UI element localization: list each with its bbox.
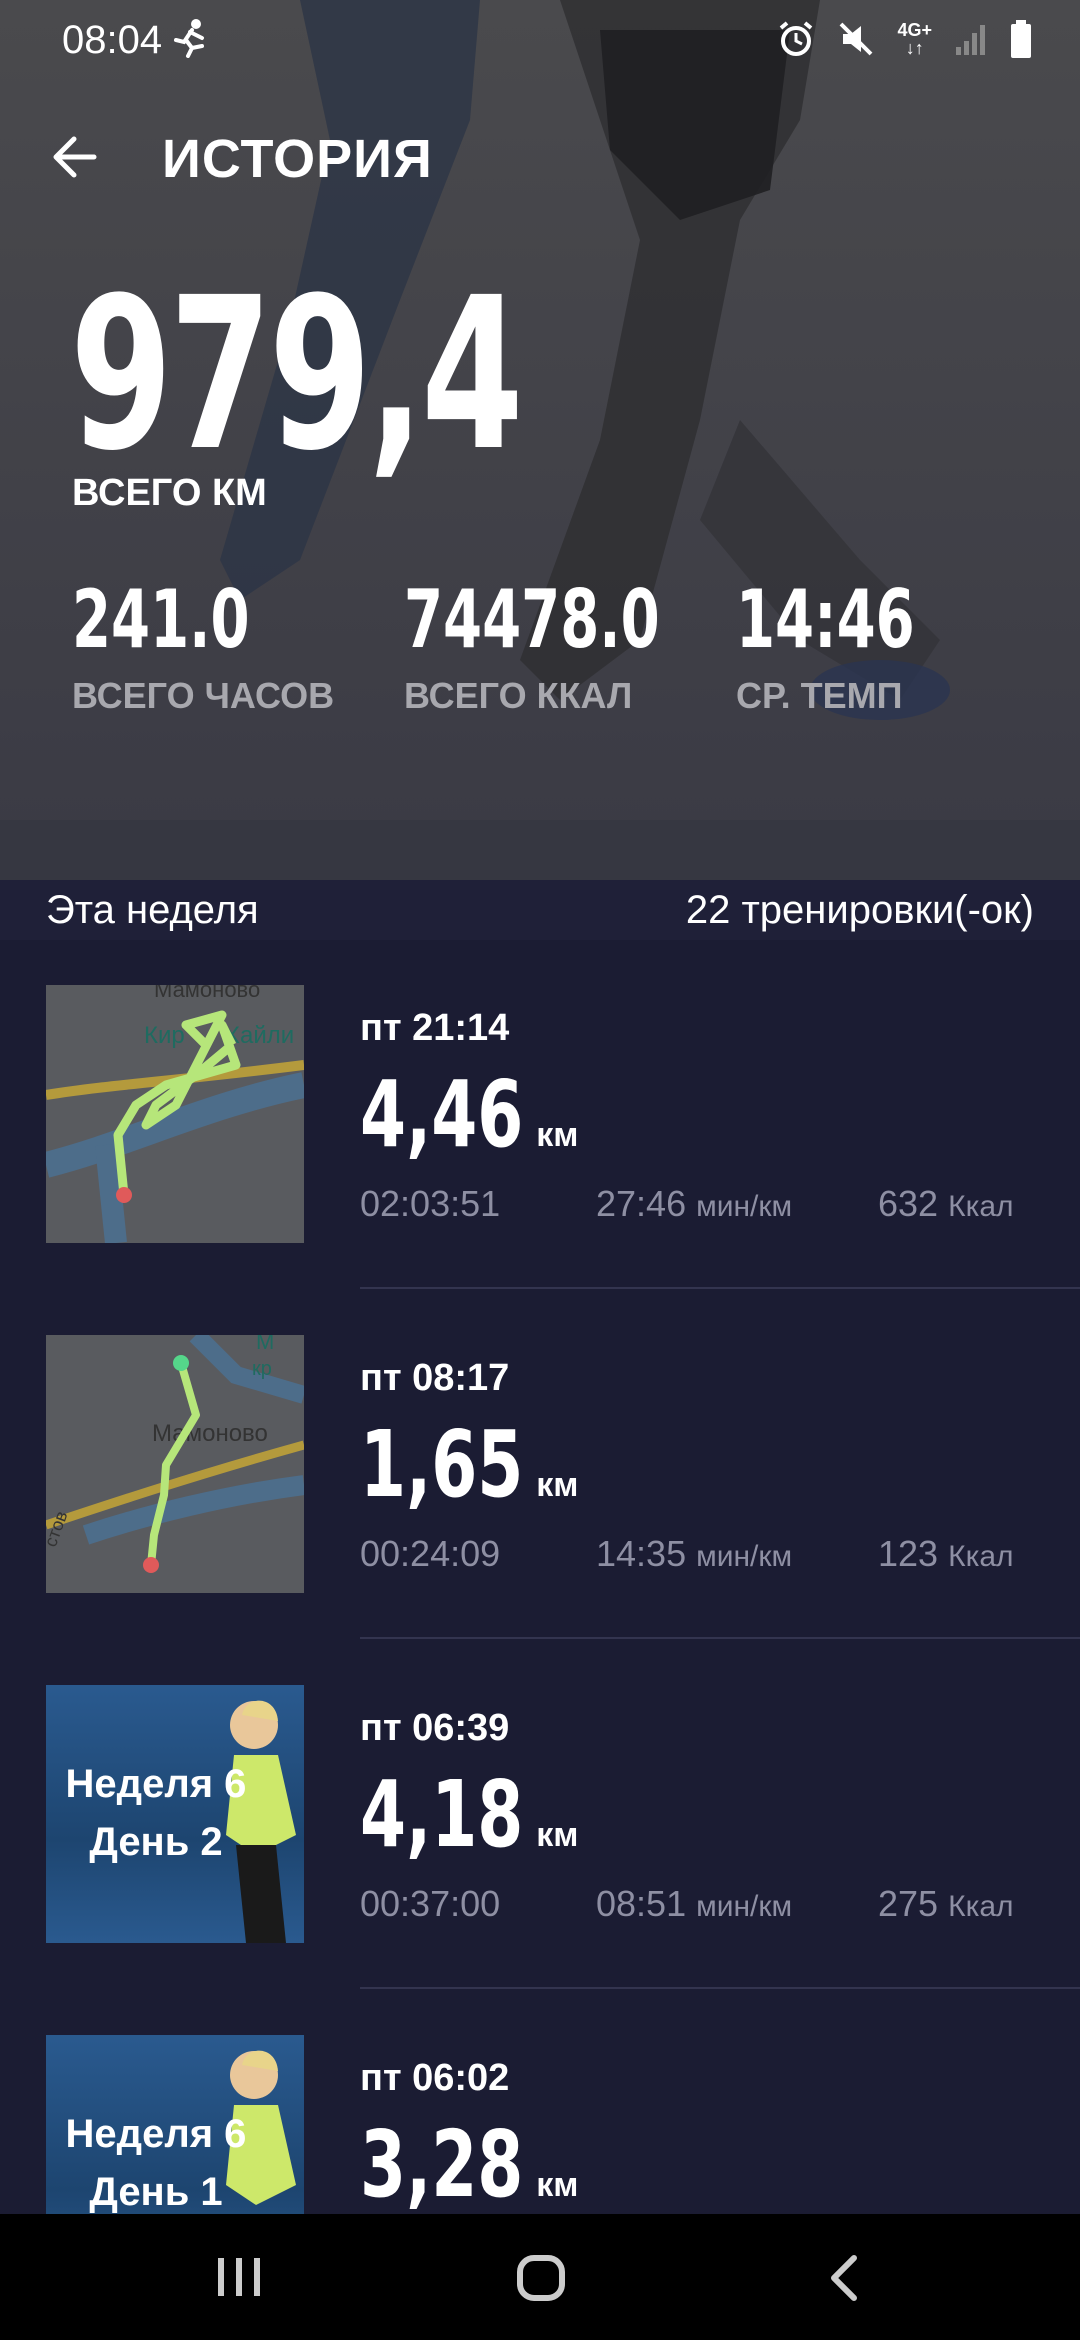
workout-distance: 4,18 км [360,1761,578,1868]
stat-label: ВСЕГО ККАЛ [404,675,633,716]
distance-unit: км [536,1466,579,1504]
plan-label: Неделя 6 День 2 [46,1755,266,1871]
workout-item[interactable]: Мамоново Кир Хайли пт 21:14 4,46 км 02:0… [0,985,1080,1335]
plan-label: Неделя 6 День 1 [46,2105,266,2214]
network-icon: 4G+ ↓↑ [897,20,932,58]
pace-unit: мин/км [696,1190,793,1223]
week-workout-count: 22 тренировки(-ок) [685,888,1034,932]
stat-total-kcal: 74478.0 ВСЕГО ККАЛ [404,575,732,717]
map-label: Хайли [224,1022,294,1049]
workout-pace: 27:46 мин/км [596,1183,792,1225]
distance-value: 4,46 [360,1061,524,1168]
distance-value: 4,18 [360,1761,524,1868]
total-km-label: ВСЕГО КМ [72,472,267,514]
pace-value: 08:51 [596,1883,687,1924]
route-map-thumbnail: Мамоново Кир Хайли [46,985,304,1243]
pace-unit: мин/км [696,1540,793,1573]
kcal-value: 123 [878,1533,939,1574]
training-plan-thumbnail: Неделя 6 День 2 [46,1685,304,1943]
kcal-unit: Ккал [948,1540,1014,1573]
week-title: Эта неделя [46,888,259,932]
plan-day: День 2 [89,1820,223,1864]
home-icon[interactable] [516,2254,566,2302]
divider [360,1637,1080,1639]
workout-item[interactable]: Неделя 6 День 2 пт 06:39 4,18 км 00:37:0… [0,1685,1080,2035]
plan-week: Неделя 6 [65,2112,247,2156]
stat-label: ВСЕГО ЧАСОВ [72,675,335,716]
pace-unit: мин/км [696,1890,793,1923]
workout-duration: 00:37:00 [360,1883,501,1924]
signal-icon [956,25,985,55]
status-bar: 08:04 4G+ ↓↑ [0,0,1080,80]
kcal-value: 275 [878,1883,939,1924]
divider [360,1987,1080,1989]
kcal-unit: Ккал [948,1190,1014,1223]
training-plan-thumbnail: Неделя 6 День 1 [46,2035,304,2214]
map-label: Мамоново [152,1420,268,1447]
workout-distance: 3,28 км [360,2111,578,2214]
arrow-left-icon[interactable] [40,122,110,192]
distance-value: 1,65 [360,1411,524,1518]
route-end-marker [143,1557,159,1573]
running-icon [174,19,204,58]
stat-value: 74478.0 [404,573,660,666]
pace-value: 14:35 [596,1533,687,1574]
workout-pace: 14:35 мин/км [596,1533,792,1575]
divider [360,1287,1080,1289]
route-start-marker [173,1355,189,1371]
mute-icon [840,22,873,56]
map-label: М [256,1335,274,1354]
system-nav-bar [0,2214,1080,2340]
workout-item[interactable]: Неделя 6 День 1 пт 06:02 3,28 км [0,2035,1080,2214]
workout-day-time: пт 06:39 [360,1707,510,1749]
stat-label: СР. ТЕМП [736,675,903,716]
workout-day-time: пт 06:02 [360,2057,510,2099]
workout-kcal: 632 Ккал [878,1183,1014,1225]
pace-value: 27:46 [596,1183,687,1224]
workout-pace: 08:51 мин/км [596,1883,792,1925]
workout-distance: 1,65 км [360,1411,578,1518]
distance-value: 3,28 [360,2111,524,2214]
kcal-value: 632 [878,1183,939,1224]
workout-day-time: пт 21:14 [360,1007,510,1049]
stat-value: 241.0 [72,573,250,666]
map-label: кр [252,1358,272,1380]
stat-avg-pace: 14:46 СР. ТЕМП [736,575,965,717]
plan-day: День 1 [89,2170,223,2214]
total-km-value: 979,4 [70,252,524,497]
map-label: Мамоново [154,985,260,1002]
workout-item[interactable]: М кр Мамоново стов пт 08:17 1,65 км 00:2… [0,1335,1080,1685]
workout-duration: 00:24:09 [360,1533,501,1574]
route-map-thumbnail: М кр Мамоново стов [46,1335,304,1593]
stat-total-hours: 241.0 ВСЕГО ЧАСОВ [72,575,334,717]
stat-value: 14:46 [736,573,915,666]
alarm-icon [780,21,813,56]
route-end-marker [116,1187,132,1203]
page-title: ИСТОРИЯ [162,129,433,189]
workout-duration: 02:03:51 [360,1183,501,1224]
recent-apps-icon[interactable] [216,2256,262,2298]
distance-unit: км [536,1116,579,1154]
distance-unit: км [536,1816,579,1854]
hero-banner: 08:04 4G+ ↓↑ ИСТОРИЯ 979,4 ВСЕГО КМ 241.… [0,0,1080,880]
kcal-unit: Ккал [948,1890,1014,1923]
workout-kcal: 275 Ккал [878,1883,1014,1925]
workout-kcal: 123 Ккал [878,1533,1014,1575]
workout-day-time: пт 08:17 [360,1357,510,1399]
plan-week: Неделя 6 [65,1762,247,1806]
battery-icon [1011,20,1031,58]
week-section-header: Эта неделя 22 тренировки(-ок) [0,880,1080,940]
distance-unit: км [536,2166,579,2204]
back-icon[interactable] [826,2254,862,2302]
status-time: 08:04 [62,18,163,62]
map-label: Кир [144,1022,185,1049]
workout-distance: 4,46 км [360,1061,578,1168]
